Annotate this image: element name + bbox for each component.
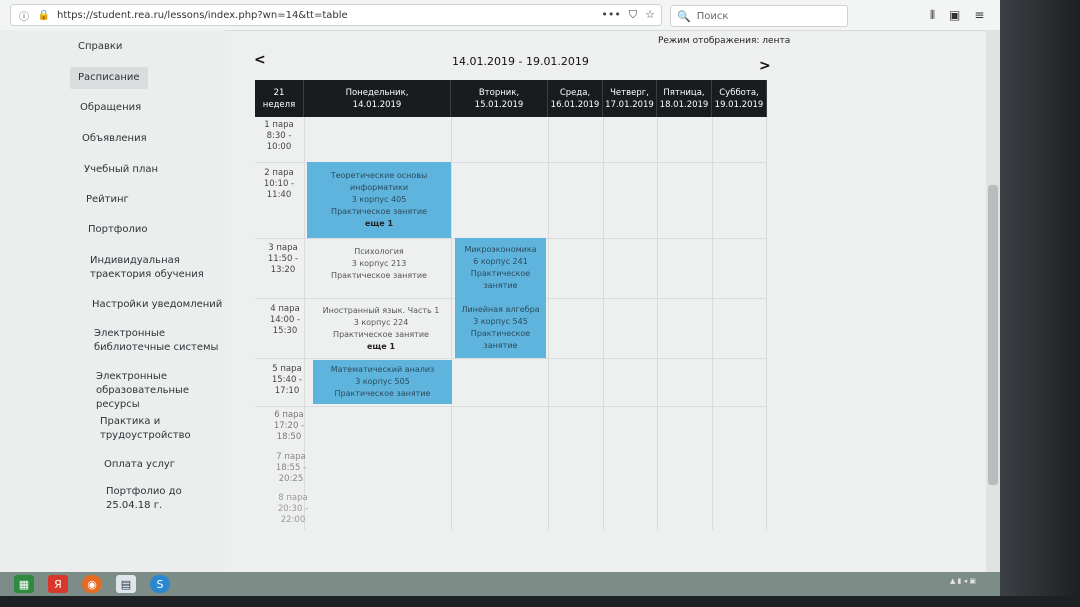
lesson-title-cont: информатики — [349, 183, 409, 192]
period-8: 8 пара 20:30 - 22:00 — [277, 493, 309, 525]
lesson-type: Практическое — [470, 329, 531, 338]
lesson-type-cont: занятие — [483, 341, 518, 350]
grid-line — [548, 117, 549, 530]
search-input[interactable]: 🔍 Поиск — [670, 5, 848, 27]
grid-line — [712, 117, 713, 530]
period-7: 7 пара 18:55 - 20:25 — [275, 452, 307, 484]
sidebar-item-portfolio[interactable]: Портфолио — [88, 223, 148, 237]
taskbar: ▦ Я ◉ ▤ S ▲ ▮ ◂ ▣ — [0, 572, 1000, 596]
browser-toolbar: ⓘ 🔒 https://student.rea.ru/lessons/index… — [0, 0, 1000, 31]
lesson-type: Практическое занятие — [334, 389, 431, 398]
browser-window: ⓘ 🔒 https://student.rea.ru/lessons/index… — [0, 0, 1000, 600]
sidebar-item-curriculum[interactable]: Учебный план — [84, 163, 158, 177]
more-lessons-link[interactable]: еще 1 — [307, 218, 451, 230]
menu-icon[interactable]: ≡ — [974, 8, 984, 23]
scrollbar-thumb[interactable] — [988, 185, 998, 485]
page-actions-icon[interactable]: ••• — [601, 8, 620, 22]
grid-line — [255, 406, 767, 407]
lesson-type: Практическое занятие — [331, 271, 427, 280]
firefox-icon[interactable]: ◉ — [82, 575, 102, 593]
grid-line — [603, 117, 604, 530]
lesson-room: 3 корпус 405 — [351, 195, 407, 204]
schedule-table: 21 неделя Понедельник, 14.01.2019 Вторни… — [255, 80, 767, 530]
sidebar-item-schedule[interactable]: Расписание — [70, 67, 148, 89]
lesson-card[interactable]: Математический анализ 3 корпус 505 Практ… — [313, 360, 452, 404]
lesson-room: 6 корпус 241 — [473, 257, 528, 266]
lesson-card[interactable]: Иностранный язык. Часть 1 3 корпус 224 П… — [309, 302, 453, 356]
lesson-title: Психология — [354, 247, 404, 256]
search-placeholder: Поиск — [696, 10, 729, 22]
sidebar-item-announcements[interactable]: Объявления — [82, 132, 147, 146]
period-5: 5 пара 15:40 - 17:10 — [271, 364, 303, 396]
week-header: 21 неделя — [255, 80, 304, 117]
lesson-room: 3 корпус 213 — [351, 259, 407, 268]
sidebar-item-notification-settings[interactable]: Настройки уведомлений — [92, 298, 222, 312]
grid-line — [766, 117, 767, 530]
day-header-saturday: Суббота, 19.01.2019 — [712, 80, 767, 117]
grid-line — [657, 117, 658, 530]
week-range: 14.01.2019 - 19.01.2019 — [452, 55, 589, 68]
period-6: 6 пара 17:20 - 18:50 — [273, 410, 305, 442]
lesson-room: 3 корпус 224 — [353, 318, 409, 327]
sidebar-item-certificates[interactable]: Справки — [78, 40, 122, 54]
prev-week-button[interactable]: < — [254, 52, 266, 68]
period-3: 3 пара 11:50 - 13:20 — [267, 243, 299, 275]
day-header-tuesday: Вторник, 15.01.2019 — [451, 80, 548, 117]
display-mode-link[interactable]: Режим отображения: лента — [658, 36, 790, 46]
sidebar-item-individual-track[interactable]: Индивидуальная траектория обучения — [90, 254, 204, 282]
lesson-title: Теоретические основы — [330, 171, 428, 180]
more-lessons-link[interactable]: еще 1 — [309, 341, 453, 353]
next-week-button[interactable]: > — [759, 58, 771, 74]
bookmark-star-icon[interactable]: ☆ — [645, 8, 655, 22]
lesson-type: Практическое занятие — [333, 330, 429, 339]
lesson-card[interactable]: Линейная алгебра 3 корпус 545 Практическ… — [455, 298, 546, 358]
skype-icon[interactable]: S — [150, 575, 170, 593]
address-bar[interactable]: ⓘ 🔒 https://student.rea.ru/lessons/index… — [10, 4, 662, 26]
sidebar-item-old-portfolio[interactable]: Портфолио до 25.04.18 г. — [106, 485, 225, 513]
lesson-title: Линейная алгебра — [461, 305, 540, 314]
day-header-friday: Пятница, 18.01.2019 — [657, 80, 712, 117]
sidebar: Справки Расписание Обращения Объявления … — [0, 30, 225, 590]
pocket-icon[interactable]: ⛉ — [629, 8, 637, 22]
lesson-title: Математический анализ — [330, 365, 435, 374]
lesson-type: Практическое занятие — [331, 207, 427, 216]
day-header-thursday: Четверг, 17.01.2019 — [603, 80, 657, 117]
period-2: 2 пара 10:10 - 11:40 — [263, 168, 295, 200]
monitor-bezel-bottom — [0, 596, 1080, 607]
sidebar-item-payment[interactable]: Оплата услуг — [104, 458, 175, 472]
day-header-monday: Понедельник, 14.01.2019 — [304, 80, 451, 117]
sidebar-item-library-systems[interactable]: Электронные библиотечные системы — [94, 327, 218, 355]
lesson-room: 3 корпус 545 — [473, 317, 528, 326]
lesson-room: 3 корпус 505 — [355, 377, 410, 386]
library-icon[interactable]: ⫴ — [930, 8, 935, 23]
lesson-card[interactable]: Психология 3 корпус 213 Практическое зан… — [307, 240, 451, 288]
lesson-title: Иностранный язык. Часть 1 — [322, 306, 440, 315]
lesson-title: Микроэкономика — [464, 245, 537, 254]
monitor-bezel — [1000, 0, 1080, 607]
lesson-type: Практическое — [470, 269, 531, 278]
day-header-wednesday: Среда, 16.01.2019 — [548, 80, 603, 117]
search-icon: 🔍 — [677, 9, 691, 23]
window-icon[interactable]: ▤ — [116, 575, 136, 593]
period-4: 4 пара 14:00 - 15:30 — [269, 304, 301, 336]
sidebar-item-requests[interactable]: Обращения — [80, 101, 141, 115]
lesson-card[interactable]: Микроэкономика 6 корпус 241 Практическое… — [455, 238, 546, 298]
url-text[interactable]: https://student.rea.ru/lessons/index.php… — [57, 10, 348, 21]
sidebar-item-practice[interactable]: Практика и трудоустройство — [100, 415, 191, 443]
lock-icon: 🔒 — [37, 9, 51, 21]
sidebar-item-educational-resources[interactable]: Электронные образовательные ресурсы — [96, 370, 225, 412]
system-tray[interactable]: ▲ ▮ ◂ ▣ — [950, 577, 976, 585]
grid-line — [255, 358, 767, 359]
yandex-icon[interactable]: Я — [48, 575, 68, 593]
excel-icon[interactable]: ▦ — [14, 575, 34, 593]
lesson-type-cont: занятие — [483, 281, 518, 290]
info-icon[interactable]: ⓘ — [17, 8, 31, 23]
sidebar-item-rating[interactable]: Рейтинг — [86, 193, 129, 207]
period-1: 1 пара 8:30 - 10:00 — [264, 120, 294, 152]
lesson-card[interactable]: Теоретические основы информатики 3 корпу… — [307, 162, 451, 238]
sidebar-toggle-icon[interactable]: ▣ — [949, 8, 960, 23]
